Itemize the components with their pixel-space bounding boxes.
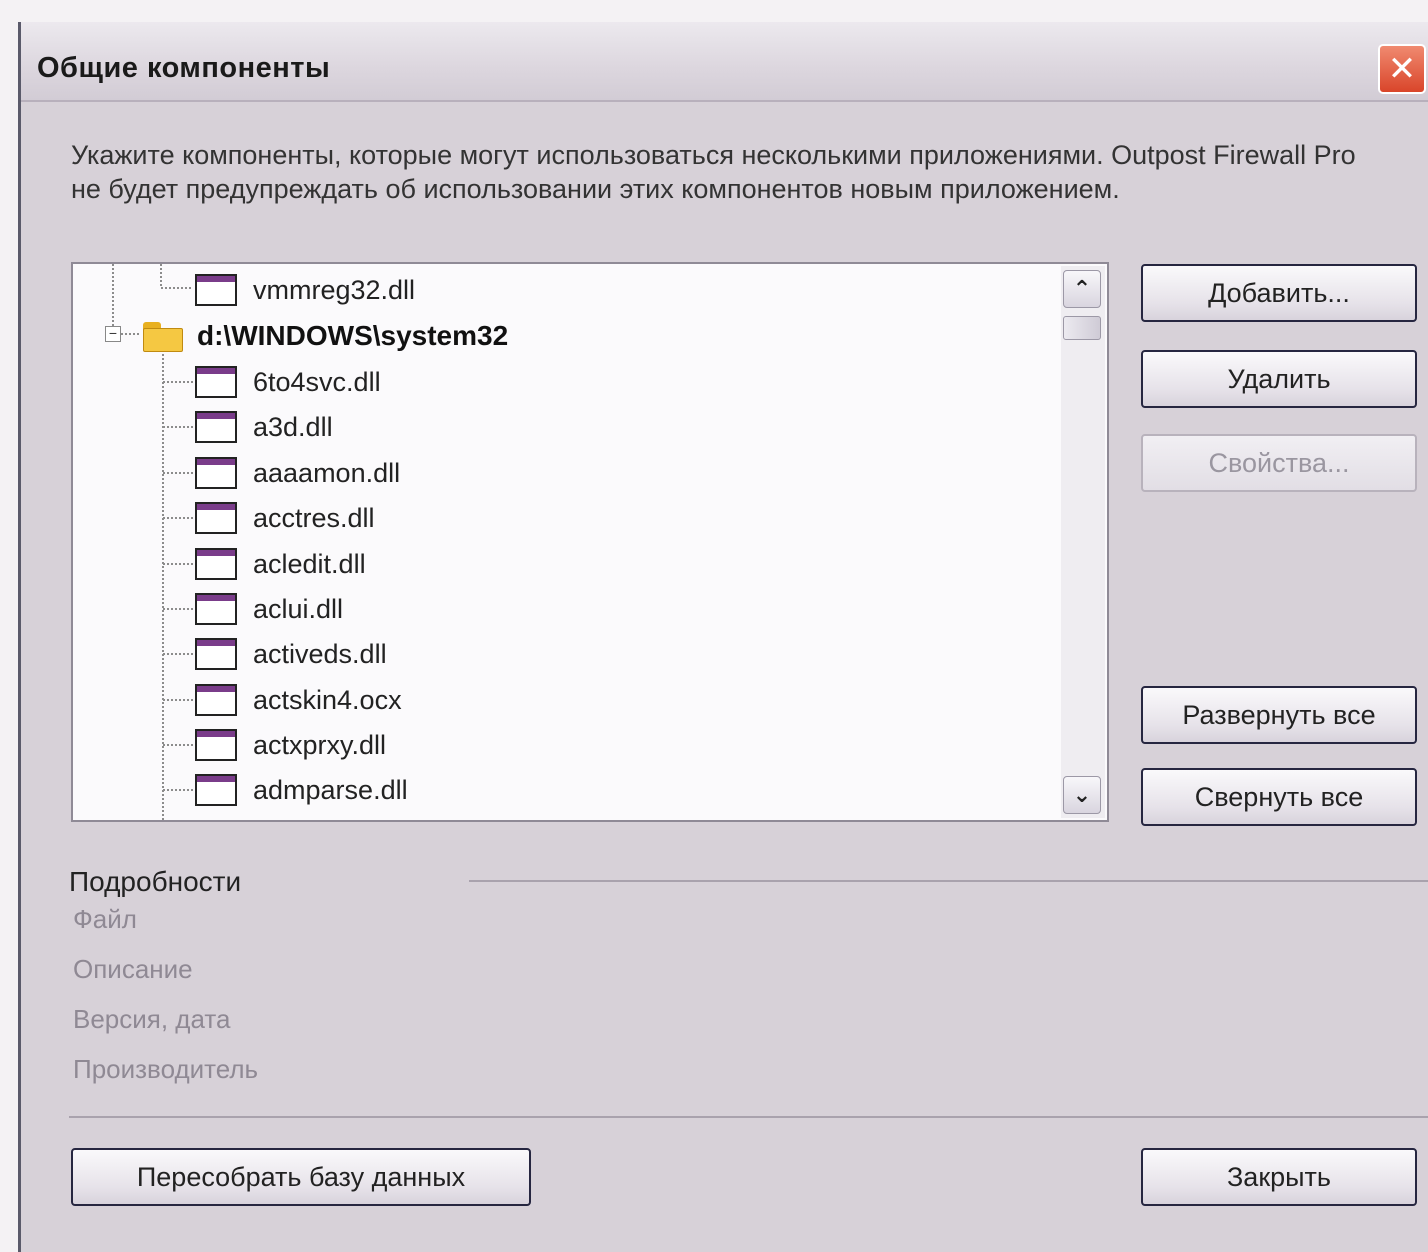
tree-node-label: aaaamon.dll <box>253 457 401 488</box>
components-tree[interactable]: − vmmreg32.dll d:\WINDOWS\system32 6to4svc… <box>71 262 1109 822</box>
dialog-title: Общие компоненты <box>37 52 331 84</box>
dll-file-icon <box>195 502 237 534</box>
detail-version-label: Версия, дата <box>73 1004 231 1034</box>
tree-file-node[interactable]: actxprxy.dll <box>195 725 386 765</box>
tree-file-node[interactable]: aclui.dll <box>195 589 343 629</box>
details-heading: Подробности <box>69 866 242 897</box>
tree-node-label: a3d.dll <box>253 411 333 442</box>
tree-file-node[interactable]: admparse.dll <box>195 770 408 810</box>
dialog-description: Укажите компоненты, которые могут исполь… <box>71 140 1356 204</box>
title-bar[interactable]: Общие компоненты ✕ <box>21 22 1428 102</box>
dll-file-icon <box>195 774 237 806</box>
tree-file-node[interactable]: acctres.dll <box>195 498 375 538</box>
tree-node-label: acctres.dll <box>253 502 375 533</box>
tree-folder-node[interactable]: d:\WINDOWS\system32 <box>143 316 508 356</box>
dll-file-icon <box>195 366 237 398</box>
rebuild-database-button[interactable]: Пересобрать базу данных <box>71 1148 531 1206</box>
scroll-up-button[interactable]: ⌃ <box>1063 270 1101 308</box>
tree-scrollbar[interactable]: ⌃ ⌄ <box>1061 266 1105 818</box>
close-icon: ✕ <box>1387 50 1417 88</box>
dll-file-icon <box>195 411 237 443</box>
dll-file-icon <box>195 593 237 625</box>
tree-file-node[interactable]: vmmreg32.dll <box>195 270 415 310</box>
close-button[interactable]: Закрыть <box>1141 1148 1417 1206</box>
tree-file-node[interactable]: acledit.dll <box>195 544 366 584</box>
details-separator <box>469 880 1428 882</box>
tree-node-label: vmmreg32.dll <box>253 274 416 305</box>
close-window-button[interactable]: ✕ <box>1378 44 1426 94</box>
tree-node-label: d:\WINDOWS\system32 <box>197 320 509 351</box>
footer-separator <box>69 1116 1428 1118</box>
scroll-down-button[interactable]: ⌄ <box>1063 776 1101 814</box>
dll-file-icon <box>195 457 237 489</box>
shared-components-dialog: Общие компоненты ✕ Укажите компоненты, к… <box>18 22 1428 1252</box>
detail-vendor-label: Производитель <box>73 1054 259 1084</box>
dll-file-icon <box>195 684 237 716</box>
tree-file-node[interactable]: a3d.dll <box>195 407 333 447</box>
collapse-toggle[interactable]: − <box>105 326 121 342</box>
tree-file-node[interactable]: 6to4svc.dll <box>195 362 381 402</box>
folder-icon <box>143 320 183 352</box>
detail-description-label: Описание <box>73 954 193 984</box>
tree-file-node[interactable]: actskin4.ocx <box>195 680 402 720</box>
chevron-down-icon: ⌄ <box>1072 782 1092 807</box>
expand-all-button[interactable]: Развернуть все <box>1141 686 1417 744</box>
remove-button[interactable]: Удалить <box>1141 350 1417 408</box>
chevron-up-icon: ⌃ <box>1072 276 1092 301</box>
tree-node-label: 6to4svc.dll <box>253 366 381 397</box>
add-button[interactable]: Добавить... <box>1141 264 1417 322</box>
dll-file-icon <box>195 548 237 580</box>
tree-node-label: acledit.dll <box>253 548 366 579</box>
detail-file-label: Файл <box>73 904 137 934</box>
collapse-all-button[interactable]: Свернуть все <box>1141 768 1417 826</box>
scroll-thumb[interactable] <box>1063 316 1101 340</box>
properties-button[interactable]: Свойства... <box>1141 434 1417 492</box>
dll-file-icon <box>195 274 237 306</box>
tree-node-label: actskin4.ocx <box>253 684 402 715</box>
tree-node-label: actxprxy.dll <box>253 729 387 760</box>
dll-file-icon <box>195 638 237 670</box>
tree-file-node[interactable]: activeds.dll <box>195 634 387 674</box>
tree-node-label: activeds.dll <box>253 638 387 669</box>
tree-node-label: aclui.dll <box>253 593 344 624</box>
tree-node-label: admparse.dll <box>253 774 408 805</box>
tree-file-node[interactable]: aaaamon.dll <box>195 453 400 493</box>
dll-file-icon <box>195 729 237 761</box>
